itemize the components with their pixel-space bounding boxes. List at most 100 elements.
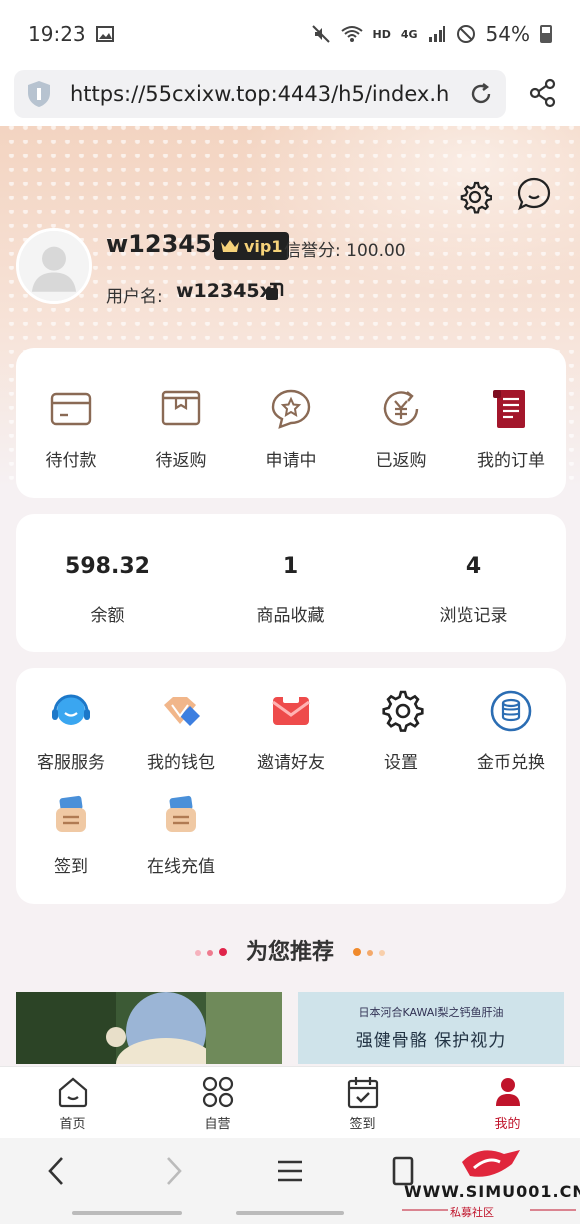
favorites-caption: 商品收藏 xyxy=(256,606,325,626)
watermark-text: WWW.SIMU001.CN xyxy=(404,1182,580,1201)
tab-label: 首页 xyxy=(59,1117,86,1132)
order-pending-rebuy[interactable]: 待返购 xyxy=(126,386,236,471)
product-2-slogan: 强健骨骼 保护视力 xyxy=(355,1031,507,1051)
check-in[interactable]: 签到 xyxy=(16,792,126,877)
product-image-1 xyxy=(16,992,282,1064)
history-stat[interactable]: 4 浏览记录 xyxy=(382,514,565,652)
forward-icon[interactable] xyxy=(156,1154,190,1188)
favorites-value: 1 xyxy=(282,554,299,579)
watermark-subtext: 私募社区 xyxy=(450,1206,494,1219)
tab-self-operated[interactable]: 自营 xyxy=(145,1067,290,1138)
wallet-diamond-icon xyxy=(164,697,200,726)
network-label: 4G xyxy=(400,27,418,41)
settings[interactable]: 设置 xyxy=(346,688,456,773)
header-decoration xyxy=(220,126,580,306)
message-icon[interactable] xyxy=(516,176,552,212)
avatar[interactable] xyxy=(16,228,92,304)
product-card-1[interactable] xyxy=(16,992,282,1064)
tool-label: 金币兑换 xyxy=(477,753,545,773)
battery-percent: 54% xyxy=(485,22,530,46)
order-label: 我的订单 xyxy=(477,451,545,471)
orders-card: 待付款 待返购 申请中 已返购 我的订单 xyxy=(16,348,566,498)
url-text[interactable]: https://55cxixw.top:4443/h5/index.ht xyxy=(70,82,450,106)
right-dots xyxy=(350,941,388,960)
order-scroll-icon xyxy=(493,390,525,428)
default-user-icon xyxy=(19,231,89,301)
order-rebought[interactable]: 已返购 xyxy=(346,386,456,471)
tools-card: 客服服务 我的钱包 邀请好友 设置 金币兑换 签到 在线充值 xyxy=(16,668,566,904)
order-label: 待返购 xyxy=(155,451,207,471)
credit-score: 信誉分: 100.00 xyxy=(284,241,406,261)
gesture-handle-center xyxy=(236,1211,344,1215)
wifi-icon xyxy=(340,26,363,42)
user-icon xyxy=(495,1078,520,1106)
balance-caption: 余额 xyxy=(90,606,125,626)
signal-icon xyxy=(428,26,445,42)
menu-icon[interactable] xyxy=(273,1154,307,1188)
back-icon[interactable] xyxy=(40,1154,74,1188)
my-orders[interactable]: 我的订单 xyxy=(456,386,566,471)
tool-label: 在线充值 xyxy=(147,857,215,877)
recommend-title: 为您推荐 xyxy=(245,940,334,965)
reload-icon[interactable] xyxy=(468,81,494,107)
coin-exchange[interactable]: 金币兑换 xyxy=(456,688,566,773)
customer-service[interactable]: 客服服务 xyxy=(16,688,126,773)
share-icon[interactable] xyxy=(528,78,558,108)
my-wallet[interactable]: 我的钱包 xyxy=(126,688,236,773)
pending-box-icon xyxy=(161,390,201,426)
recharge-card-icon xyxy=(166,795,196,832)
clock: 19:23 xyxy=(28,22,86,46)
dnd-icon xyxy=(456,25,475,43)
tool-label: 邀请好友 xyxy=(257,753,325,773)
vip-badge: vip1 xyxy=(214,232,289,260)
battery-icon xyxy=(540,25,552,43)
recommend-header: 为您推荐 xyxy=(0,930,580,970)
left-dots xyxy=(192,941,230,960)
tab-mine[interactable]: 我的 xyxy=(435,1067,580,1138)
calendar-check-icon xyxy=(347,1077,378,1109)
copy-icon[interactable] xyxy=(264,282,284,302)
balance-stat[interactable]: 598.32 余额 xyxy=(16,514,199,652)
coin-stack-icon xyxy=(490,690,532,732)
tool-label: 我的钱包 xyxy=(147,753,215,773)
order-label: 已返购 xyxy=(375,451,427,471)
tool-label: 客服服务 xyxy=(37,753,105,773)
order-label: 申请中 xyxy=(265,451,317,471)
hd-label: HD xyxy=(372,27,391,41)
tool-label: 签到 xyxy=(54,857,88,877)
status-bar: 19:23 HD 4G 54% xyxy=(0,0,580,68)
bottom-tab-bar: 首页 自营 签到 我的 xyxy=(0,1066,580,1138)
star-chat-icon xyxy=(271,389,311,429)
envelope-icon xyxy=(272,693,310,725)
gallery-icon xyxy=(95,26,114,42)
gesture-handle-left xyxy=(72,1211,182,1215)
tab-home[interactable]: 首页 xyxy=(0,1067,145,1138)
tab-label: 我的 xyxy=(494,1117,521,1132)
favorites-stat[interactable]: 1 商品收藏 xyxy=(199,514,382,652)
order-label: 待付款 xyxy=(45,451,97,471)
yen-refresh-icon xyxy=(383,391,419,426)
shield-icon[interactable] xyxy=(26,80,52,108)
home-icon xyxy=(58,1077,87,1108)
tab-label: 签到 xyxy=(349,1117,376,1132)
order-applying[interactable]: 申请中 xyxy=(236,386,346,471)
order-pending-payment[interactable]: 待付款 xyxy=(16,386,126,471)
mute-icon xyxy=(311,25,330,43)
vip-level: vip1 xyxy=(244,236,283,256)
userid-label: 用户名: xyxy=(106,287,163,307)
history-value: 4 xyxy=(465,554,482,579)
online-recharge[interactable]: 在线充值 xyxy=(126,792,236,877)
invite-friends[interactable]: 邀请好友 xyxy=(236,688,346,773)
product-card-2[interactable]: 日本河合KAWAI梨之钙鱼肝油 强健骨骼 保护视力 xyxy=(298,992,564,1064)
address-bar[interactable]: https://55cxixw.top:4443/h5/index.ht xyxy=(14,70,506,118)
crown-icon xyxy=(221,240,239,252)
wallet-card-icon xyxy=(50,392,92,426)
gear-icon xyxy=(382,690,424,732)
browser-toolbar: https://55cxixw.top:4443/h5/index.ht xyxy=(0,68,580,126)
history-caption: 浏览记录 xyxy=(439,606,508,626)
product-2-brand: 日本河合KAWAI梨之钙鱼肝油 xyxy=(358,1006,504,1019)
checkin-card-icon xyxy=(56,795,86,832)
settings-gear-icon[interactable] xyxy=(458,180,492,214)
stats-card: 598.32 余额 1 商品收藏 4 浏览记录 xyxy=(16,514,566,652)
tab-checkin[interactable]: 签到 xyxy=(290,1067,435,1138)
